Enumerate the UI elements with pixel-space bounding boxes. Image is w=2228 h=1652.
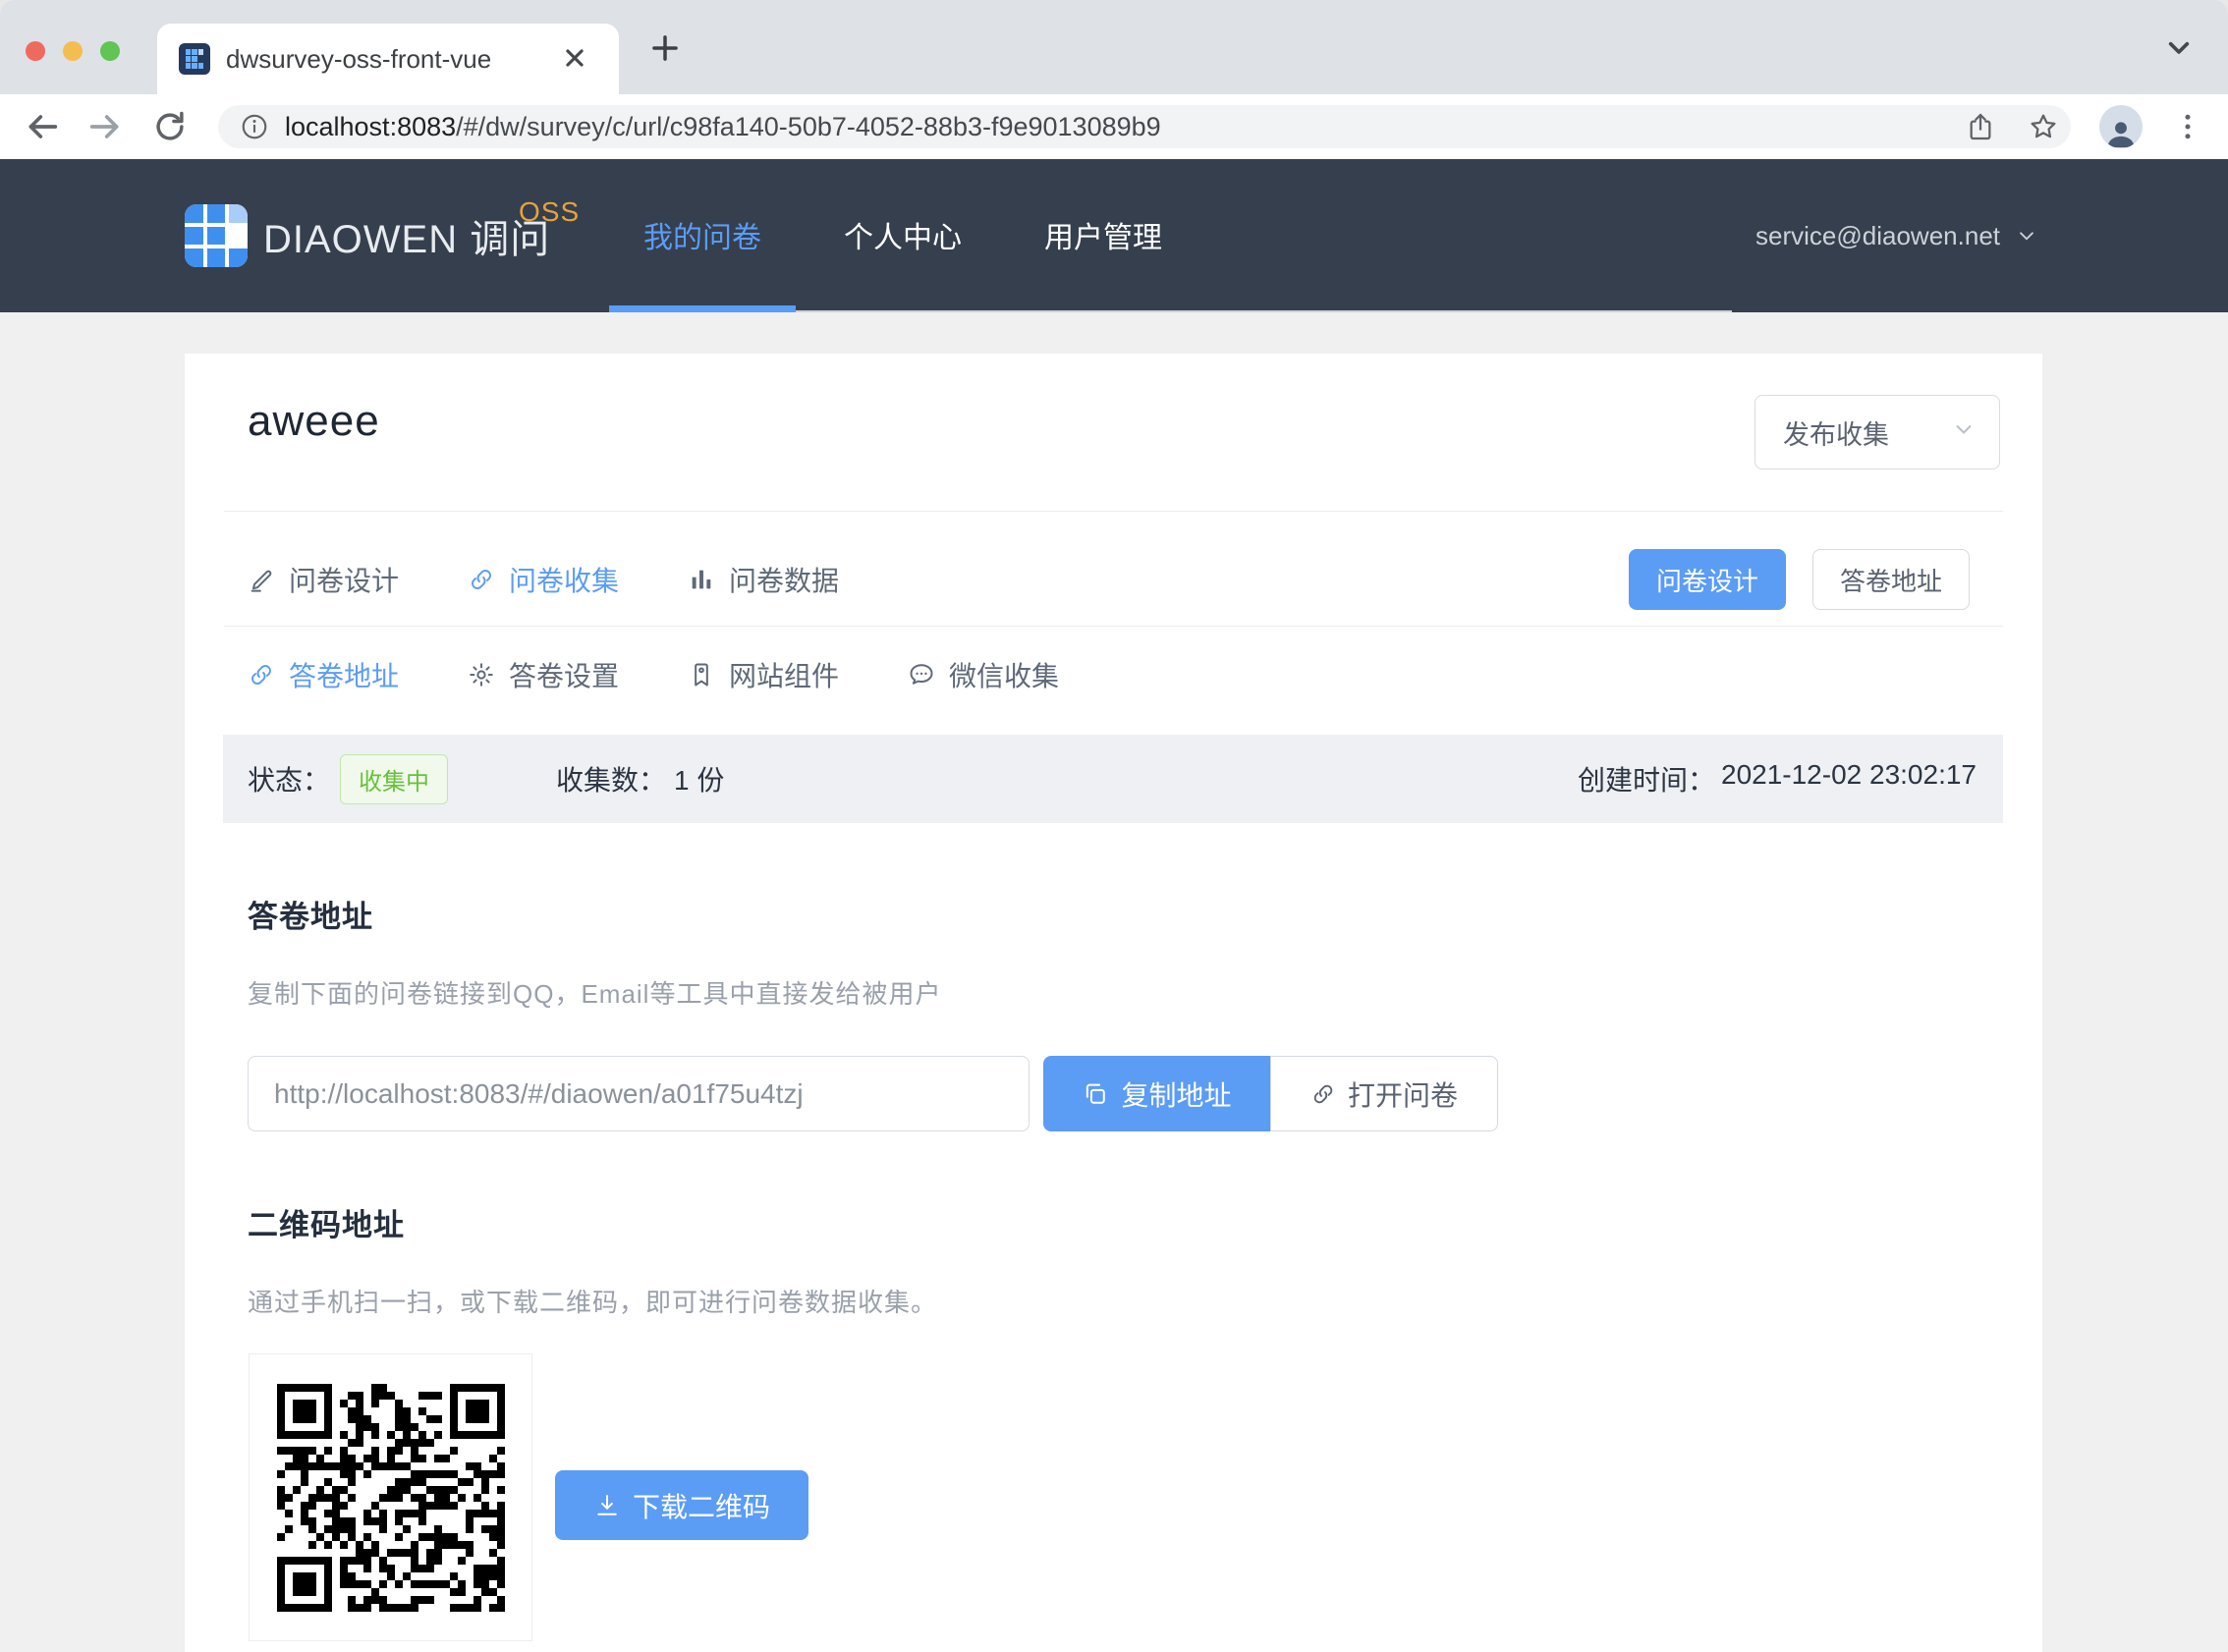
account-menu[interactable]: service@diaowen.net (1755, 159, 2039, 312)
chevron-down-icon (2014, 223, 2039, 248)
browser-toolbar: localhost:8083/#/dw/survey/c/url/c98fa14… (0, 94, 2228, 159)
bar-chart-icon (688, 566, 715, 593)
brand-name: DIAOWEN 调问 (263, 159, 550, 312)
survey-actions: 问卷设计 答卷地址 (1629, 539, 1970, 620)
tab-close-icon[interactable] (558, 41, 591, 80)
minimize-window-button[interactable] (63, 41, 83, 61)
app-header: DIAOWEN 调问 OSS 我的问卷 个人中心 用户管理 service@di… (0, 159, 2228, 312)
design-button[interactable]: 问卷设计 (1629, 549, 1786, 610)
publish-select[interactable]: 发布收集 (1755, 395, 2000, 469)
answer-url-button[interactable]: 答卷地址 (1812, 549, 1970, 610)
nav-item-personal-center[interactable]: 个人中心 (809, 159, 996, 310)
survey-title: aweee (248, 397, 380, 446)
pencil-icon (248, 566, 275, 593)
qrcode-heading: 二维码地址 (248, 1200, 405, 1244)
gear-icon (468, 661, 495, 688)
nav-item-my-surveys[interactable]: 我的问卷 (609, 159, 796, 310)
tab-survey-design[interactable]: 问卷设计 (248, 560, 399, 599)
back-button[interactable] (20, 104, 65, 149)
answer-url-heading: 答卷地址 (248, 892, 373, 936)
new-tab-button[interactable] (646, 29, 684, 72)
chevron-down-icon (1950, 415, 1977, 450)
maximize-window-button[interactable] (100, 41, 120, 61)
browser-window: dwsurvey-oss-front-vue localhost: (0, 0, 2228, 1652)
tag-icon (688, 661, 715, 688)
link-icon (248, 661, 275, 688)
address-bar[interactable]: localhost:8083/#/dw/survey/c/url/c98fa14… (218, 105, 2071, 148)
tab-survey-collect[interactable]: 问卷收集 (468, 560, 619, 599)
qr-code-image (277, 1384, 505, 1612)
subtab-site-widget[interactable]: 网站组件 (688, 655, 839, 694)
status-badge: 收集中 (340, 754, 448, 804)
status-label: 状态： (248, 759, 330, 798)
subtab-answer-settings[interactable]: 答卷设置 (468, 655, 619, 694)
chat-bubble-icon (908, 661, 935, 688)
account-email: service@diaowen.net (1755, 221, 2000, 251)
link-button-group: 复制地址 打开问卷 (1043, 1056, 1498, 1131)
created-value: 2021-12-02 23:02:17 (1721, 759, 1977, 798)
subtab-wechat-collect[interactable]: 微信收集 (908, 655, 1059, 694)
forward-button[interactable] (83, 104, 128, 149)
created-label: 创建时间： (1578, 759, 1715, 798)
subtab-answer-url[interactable]: 答卷地址 (248, 655, 399, 694)
share-icon[interactable] (1965, 111, 1996, 147)
close-window-button[interactable] (26, 41, 45, 61)
open-survey-button[interactable]: 打开问卷 (1270, 1056, 1498, 1131)
reload-button[interactable] (147, 104, 193, 149)
copy-icon (1082, 1080, 1109, 1108)
main-nav: 我的问卷 个人中心 用户管理 (609, 159, 1732, 312)
profile-avatar[interactable] (2099, 105, 2143, 148)
survey-tabs: 问卷设计 问卷收集 问卷数据 (248, 539, 839, 620)
browser-tab-strip: dwsurvey-oss-front-vue (0, 0, 2228, 94)
link-icon (468, 566, 495, 593)
bookmark-star-icon[interactable] (2028, 111, 2059, 147)
survey-link-input[interactable] (248, 1056, 1030, 1131)
brand-logo-icon (185, 204, 248, 267)
count-value: 1 份 (674, 759, 724, 798)
count-label: 收集数： (556, 759, 666, 798)
browser-tab[interactable]: dwsurvey-oss-front-vue (157, 24, 619, 94)
survey-card: aweee 发布收集 问卷设计 问卷收集 问卷数据 问卷设计 (185, 354, 2042, 1652)
copy-link-button[interactable]: 复制地址 (1043, 1056, 1270, 1131)
page-info-icon[interactable] (240, 112, 269, 146)
url-host: localhost:8083 (285, 112, 456, 142)
collect-subtabs: 答卷地址 答卷设置 网站组件 微信收集 (248, 634, 1059, 715)
brand-edition: OSS (519, 196, 580, 228)
download-qr-button[interactable]: 下载二维码 (555, 1470, 808, 1540)
qr-code (249, 1353, 532, 1641)
tab-strip-chevron-icon[interactable] (2159, 28, 2199, 72)
nav-item-user-management[interactable]: 用户管理 (1010, 159, 1197, 310)
url-text: localhost:8083/#/dw/survey/c/url/c98fa14… (285, 105, 1161, 148)
answer-url-description: 复制下面的问卷链接到QQ，Email等工具中直接发给被用户 (248, 974, 941, 1011)
site-favicon-icon (179, 43, 210, 75)
tab-survey-data[interactable]: 问卷数据 (688, 560, 839, 599)
browser-menu-icon[interactable] (2165, 104, 2210, 149)
link-icon (1310, 1081, 1336, 1107)
divider (224, 626, 2003, 627)
url-path: /#/dw/survey/c/url/c98fa140-50b7-4052-88… (456, 112, 1161, 142)
download-icon (593, 1492, 621, 1519)
divider (224, 511, 2003, 512)
status-bar: 状态： 收集中 收集数： 1 份 创建时间： 2021-12-02 23:02:… (223, 735, 2003, 823)
tab-title: dwsurvey-oss-front-vue (226, 24, 491, 94)
publish-select-value: 发布收集 (1783, 413, 1889, 452)
qrcode-description: 通过手机扫一扫，或下载二维码，即可进行问卷数据收集。 (248, 1283, 937, 1319)
